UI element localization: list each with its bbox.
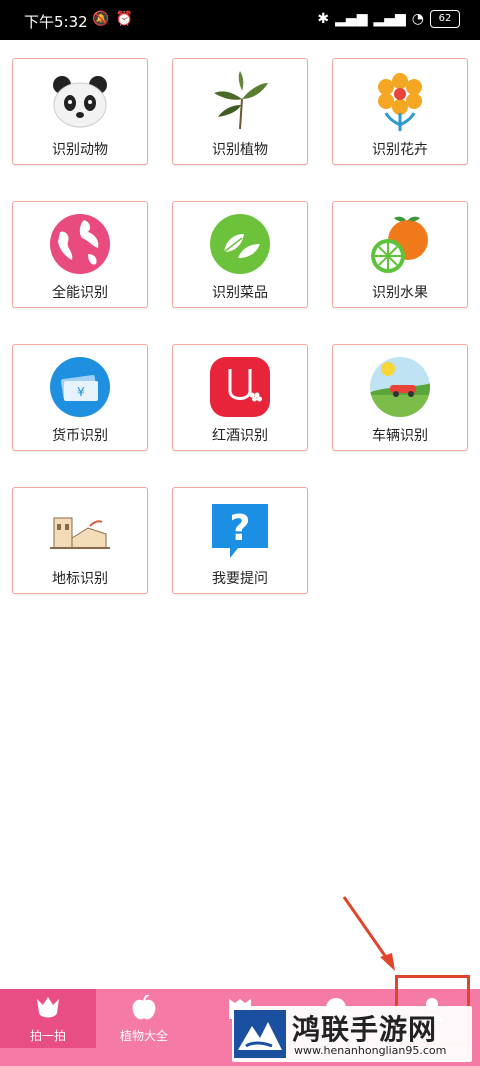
tile-label: 我要提问 (212, 571, 268, 587)
svg-text:¥: ¥ (77, 385, 85, 399)
tile-label: 全能识别 (52, 285, 108, 301)
alarm-icon: ⏰ (115, 11, 133, 27)
svg-text:?: ? (230, 508, 251, 549)
tile-fruit[interactable]: 识别水果 (332, 201, 468, 308)
tile-label: 识别花卉 (372, 142, 428, 158)
panda-icon (53, 76, 107, 128)
signal-icon-2: ▂▄▆ (373, 11, 406, 27)
tulip-icon (37, 997, 59, 1018)
plant-icon (214, 71, 268, 130)
status-bar: 下午5:32 🔕 ⏰ ✱ ▂▄▆ ▂▄▆ ◔ 62 (0, 0, 480, 40)
wifi-icon: ◔ (411, 11, 424, 27)
tile-label: 地标识别 (52, 571, 108, 587)
tab-label: 植物大全 (119, 1029, 168, 1043)
tile-vehicle[interactable]: 车辆识别 (332, 344, 468, 451)
tile-ask-question[interactable]: ? 我要提问 (172, 487, 308, 594)
tile-label: 识别菜品 (212, 285, 268, 301)
tile-label: 识别水果 (372, 285, 428, 301)
annotation-arrow (342, 896, 395, 971)
watermark-title: 鸿联手游网 (292, 1013, 438, 1046)
tile-label: 货币识别 (52, 428, 108, 444)
status-time: 下午5:32 (24, 13, 88, 31)
tile-currency[interactable]: ¥ 货币识别 (12, 344, 148, 451)
tile-general[interactable]: 全能识别 (12, 201, 148, 308)
tab-shoot[interactable]: 拍一拍 (0, 989, 96, 1048)
tile-dish[interactable]: 识别菜品 (172, 201, 308, 308)
tile-animal[interactable]: 识别动物 (12, 58, 148, 165)
apple-icon (132, 995, 156, 1020)
bluetooth-icon: ✱ (317, 11, 330, 27)
flower-icon (378, 73, 422, 131)
tile-label: 识别植物 (212, 142, 268, 158)
car-icon (370, 357, 430, 417)
fruit-icon (371, 216, 428, 273)
tab-label: 拍一拍 (29, 1029, 66, 1043)
leaf-dish-icon (210, 214, 270, 274)
signal-icon-1: ▂▄▆ (335, 11, 368, 27)
tile-flower[interactable]: 识别花卉 (332, 58, 468, 165)
tile-label: 车辆识别 (372, 428, 428, 444)
mute-icon: 🔕 (92, 11, 110, 27)
tile-plant[interactable]: 识别植物 (172, 58, 308, 165)
tile-label: 红酒识别 (212, 428, 268, 444)
tile-label: 识别动物 (52, 142, 108, 158)
wine-icon (210, 357, 270, 417)
watermark-url: www.henanhonglian95.com (294, 1044, 447, 1057)
tile-wine[interactable]: 红酒识别 (172, 344, 308, 451)
watermark: 鸿联手游网 www.henanhonglian95.com (232, 1006, 472, 1062)
tile-landmark[interactable]: 地标识别 (12, 487, 148, 594)
landmark-icon (50, 517, 110, 549)
currency-icon: ¥ (50, 357, 110, 417)
globe-icon (50, 214, 110, 274)
tab-plant-encyclopedia[interactable]: 植物大全 (96, 989, 192, 1048)
question-icon: ? (212, 504, 268, 558)
battery-icon: 62 (430, 10, 460, 28)
watermark-logo-icon (234, 1010, 286, 1058)
